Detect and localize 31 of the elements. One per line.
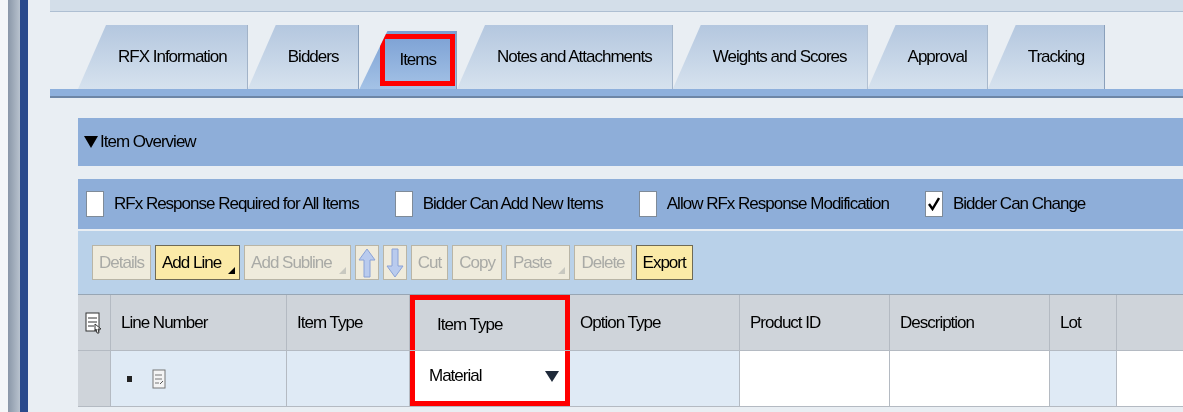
checkbox-label: Bidder Can Change (953, 193, 1086, 216)
column-header[interactable]: Product ID (740, 295, 890, 350)
checkbox[interactable] (86, 191, 104, 217)
tab[interactable]: Tracking (987, 25, 1106, 89)
check-icon (928, 197, 940, 211)
toolbar-button[interactable]: Add Line (154, 245, 241, 280)
checkbox-label: Allow RFx Response Modification (666, 193, 889, 216)
column-header[interactable]: Item Type (287, 295, 410, 350)
dropdown-arrow-icon[interactable] (545, 370, 559, 382)
checkbox[interactable] (638, 191, 657, 217)
column-header[interactable]: Lot (1050, 295, 1117, 350)
checkbox-label: Bidder Can Add New Items (422, 193, 603, 216)
checkbox[interactable] (925, 191, 943, 217)
tab[interactable]: Approval (867, 25, 988, 89)
toolbar-button[interactable]: Export (635, 245, 693, 280)
column-header[interactable]: Description (890, 295, 1050, 350)
dropdown-field[interactable]: Material (410, 351, 570, 406)
document-icon[interactable] (152, 368, 166, 389)
tab[interactable]: Notes and Attachments (456, 25, 673, 89)
column-header[interactable]: Line Number (111, 295, 287, 350)
section-header[interactable]: Item Overview (84, 129, 196, 155)
tab[interactable]: RFX Information (78, 25, 248, 89)
tab[interactable]: Weights and Scores (672, 25, 868, 89)
table-cell (1117, 351, 1183, 406)
column-settings-icon[interactable] (85, 311, 103, 334)
bullet-icon (127, 375, 132, 382)
tab[interactable]: Items (359, 31, 457, 89)
column-header[interactable]: Option Type (570, 295, 740, 350)
checkbox[interactable] (394, 191, 413, 217)
tab[interactable]: Bidders (247, 25, 360, 89)
checkbox-label: RFx Response Required for All Items (114, 193, 359, 216)
